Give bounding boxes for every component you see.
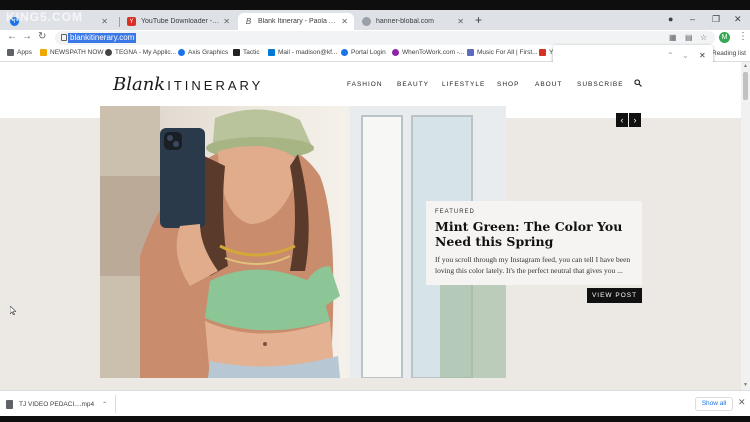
tab-strip: f ✕ Y YouTube Downloader - Download ✕ B … xyxy=(0,10,750,30)
page-viewport: Blank ITINERARY FASHION BEAUTY LIFESTYLE… xyxy=(0,62,741,390)
chevron-up-icon[interactable]: ⌃ xyxy=(102,401,107,408)
tab-title: hanner-blobal.com xyxy=(376,18,434,25)
youtube-downloader-icon: Y xyxy=(127,17,136,26)
bookmark-mail[interactable]: Mail - madison@kf... xyxy=(268,49,337,56)
tab-blank-itinerary[interactable]: B Blank Itinerary - Paola Alberdi is ✕ xyxy=(238,13,354,30)
find-close-button[interactable]: ✕ xyxy=(699,51,706,60)
logo-script-text: Blank xyxy=(113,74,166,95)
bookmark-tactic[interactable]: Tactic xyxy=(233,49,260,56)
outlook-icon xyxy=(268,49,275,56)
music-icon xyxy=(467,49,474,56)
bookmark-y[interactable]: Y xyxy=(539,49,553,56)
bookmark-label: Apps xyxy=(17,49,32,56)
close-download-bar-icon[interactable]: ✕ xyxy=(738,397,746,408)
menu-icon[interactable]: ⋮ xyxy=(738,31,748,42)
file-icon xyxy=(6,399,13,409)
logo-caps-text: ITINERARY xyxy=(167,78,264,93)
nav-beauty[interactable]: BEAUTY xyxy=(397,81,429,88)
find-previous-button[interactable]: ⌃ xyxy=(667,51,674,60)
browser-toolbar: ← → ↻ blankitinerary.com ▦ ▤ ☆ M ⋮ xyxy=(0,30,750,46)
bookmark-label: TEGNA - My Applic... xyxy=(115,49,177,56)
download-filename: TJ VIDEO PEDACI....mp4 xyxy=(19,400,95,408)
bookmark-axis-graphics[interactable]: Axis Graphics xyxy=(178,49,228,56)
whentowork-icon xyxy=(392,49,399,56)
site-logo[interactable]: Blank ITINERARY xyxy=(113,74,263,95)
bookmark-apps[interactable]: Apps xyxy=(7,49,32,56)
bookmark-label: Mail - madison@kf... xyxy=(278,49,338,56)
search-icon[interactable] xyxy=(634,79,642,87)
tactic-icon xyxy=(233,49,240,56)
bookmark-label: NEWSPATH NOW xyxy=(50,49,104,56)
view-post-button[interactable]: VIEW POST xyxy=(587,288,642,303)
next-slide-button[interactable]: › xyxy=(629,113,641,127)
tab-search-icon[interactable]: ● xyxy=(668,14,673,24)
scroll-down-icon[interactable]: ▼ xyxy=(743,382,748,388)
find-next-button[interactable]: ⌄ xyxy=(682,51,689,60)
globe-icon xyxy=(178,49,185,56)
globe-icon xyxy=(341,49,348,56)
bookmark-portal-login[interactable]: Portal Login xyxy=(341,49,386,56)
bookmark-tegna[interactable]: TEGNA - My Applic... xyxy=(105,49,176,56)
folder-icon xyxy=(40,49,47,56)
scrollbar-thumb[interactable] xyxy=(743,72,748,100)
bookmark-newspath[interactable]: NEWSPATH NOW xyxy=(40,49,104,56)
nav-lifestyle[interactable]: LIFESTYLE xyxy=(442,81,485,88)
mouse-pointer-icon xyxy=(10,306,16,315)
nav-subscribe[interactable]: SUBSCRIBE xyxy=(577,81,624,88)
reading-list-button[interactable]: Reading list xyxy=(712,50,746,57)
nav-about[interactable]: ABOUT xyxy=(535,81,562,88)
close-icon[interactable]: ✕ xyxy=(101,17,108,26)
tab-title: YouTube Downloader - Download xyxy=(141,18,220,25)
tab-hanner-blobal[interactable]: hanner-blobal.com ✕ xyxy=(356,13,470,30)
avatar[interactable]: M xyxy=(719,32,730,43)
blank-itinerary-icon: B xyxy=(244,17,253,26)
new-tab-button[interactable]: + xyxy=(475,13,482,27)
featured-card: FEATURED Mint Green: The Color You Need … xyxy=(426,201,642,285)
download-bar: TJ VIDEO PEDACI....mp4 ⌃ Show all ✕ xyxy=(0,390,750,416)
window-close-button[interactable]: ✕ xyxy=(734,14,742,25)
back-button[interactable]: ← xyxy=(7,31,17,42)
screen-top-bar xyxy=(0,0,750,10)
bookmark-label: Tactic xyxy=(243,49,260,56)
bookmark-label: Music For All | First... xyxy=(477,49,538,56)
featured-excerpt: If you scroll through my Instagram feed,… xyxy=(435,255,631,275)
bookmark-whentowork[interactable]: WhenToWork.com -... xyxy=(392,49,464,56)
youtube-icon xyxy=(539,49,546,56)
show-all-button[interactable]: Show all xyxy=(695,397,733,411)
apps-icon xyxy=(7,49,14,56)
minimize-button[interactable]: – xyxy=(690,14,695,24)
bookmark-star-icon[interactable]: ☆ xyxy=(700,33,707,42)
download-item[interactable]: TJ VIDEO PEDACI....mp4 ⌃ xyxy=(6,395,116,413)
close-icon[interactable]: ✕ xyxy=(223,17,230,26)
url-text[interactable]: blankitinerary.com xyxy=(68,33,137,43)
previous-slide-button[interactable]: ‹ xyxy=(616,113,628,127)
featured-label: FEATURED xyxy=(435,209,475,215)
forward-button[interactable]: → xyxy=(22,31,32,42)
globe-icon xyxy=(362,17,371,26)
close-icon[interactable]: ✕ xyxy=(341,17,348,26)
reader-icon[interactable]: ▤ xyxy=(685,33,693,42)
lock-icon xyxy=(61,34,67,41)
bookmark-label: Axis Graphics xyxy=(188,49,229,56)
scroll-up-icon[interactable]: ▲ xyxy=(743,63,748,69)
nav-fashion[interactable]: FASHION xyxy=(347,81,383,88)
bookmark-label: WhenToWork.com -... xyxy=(402,49,465,56)
screen-bottom-bar xyxy=(0,416,750,422)
bookmark-label: Portal Login xyxy=(351,49,386,56)
watermark: KING5.COM xyxy=(6,10,84,24)
address-bar[interactable]: blankitinerary.com ▦ ▤ ☆ xyxy=(55,31,715,45)
tegna-icon xyxy=(105,49,112,56)
maximize-button[interactable]: ❐ xyxy=(712,14,720,25)
featured-headline[interactable]: Mint Green: The Color You Need this Spri… xyxy=(435,219,633,249)
qr-code-icon[interactable]: ▦ xyxy=(669,33,677,42)
nav-shop[interactable]: SHOP xyxy=(497,81,519,88)
close-icon[interactable]: ✕ xyxy=(457,17,464,26)
bookmark-music-for-all[interactable]: Music For All | First... xyxy=(467,49,538,56)
vertical-scrollbar[interactable]: ▲ ▼ xyxy=(741,62,750,390)
reload-button[interactable]: ↻ xyxy=(38,31,46,42)
tab-youtube-downloader[interactable]: Y YouTube Downloader - Download ✕ xyxy=(121,13,236,30)
tab-title: Blank Itinerary - Paola Alberdi is xyxy=(258,18,337,25)
